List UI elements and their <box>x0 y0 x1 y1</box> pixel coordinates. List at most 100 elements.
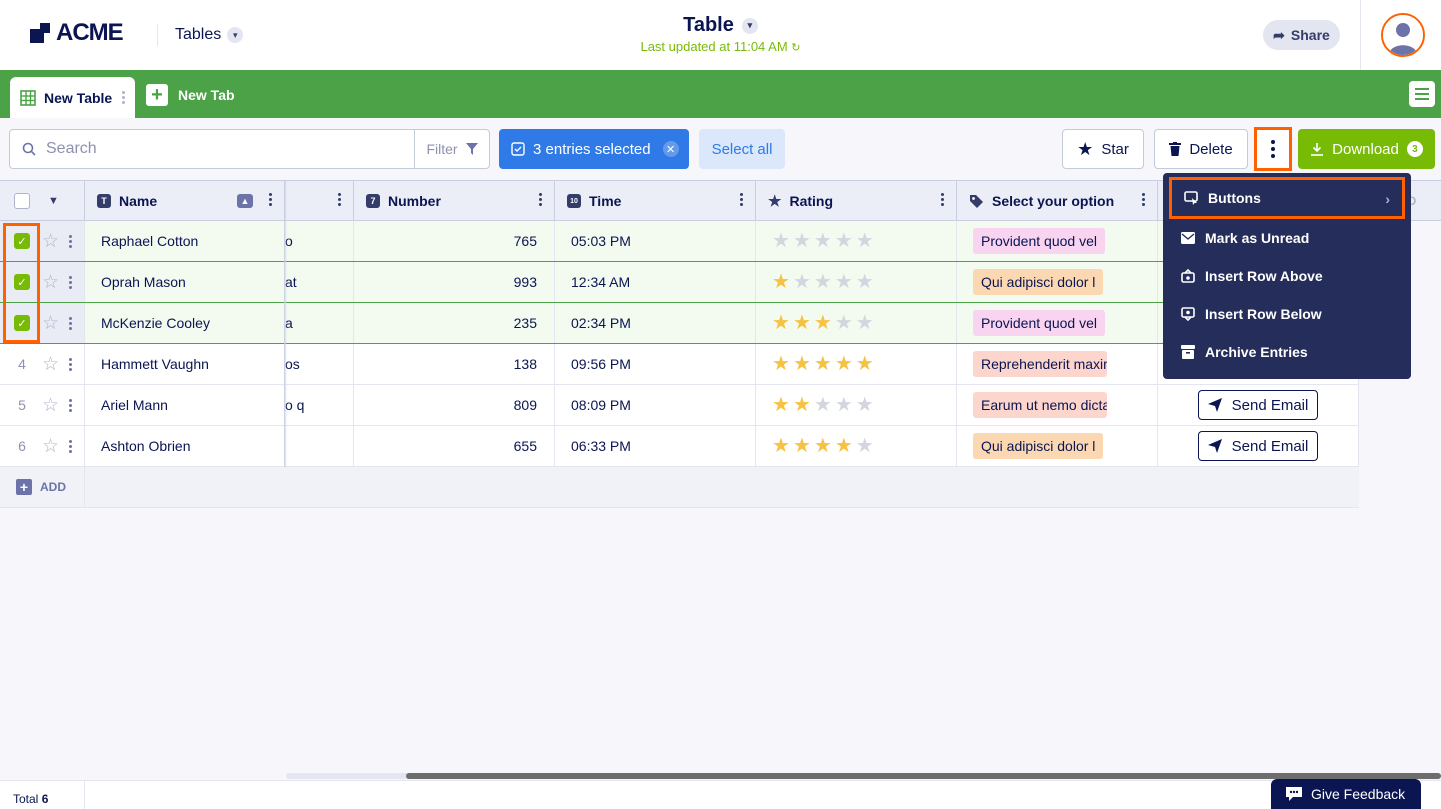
more-options-button[interactable] <box>1254 127 1292 171</box>
rating-star-icon[interactable]: ★ <box>772 231 790 251</box>
delete-button[interactable]: Delete <box>1154 129 1248 169</box>
cell-name[interactable]: Ashton Obrien <box>85 426 285 466</box>
hamburger-menu-icon[interactable] <box>1409 81 1435 107</box>
column-header-option[interactable]: Select your option <box>957 181 1158 221</box>
cell-rating[interactable]: ★ ★ ★ ★ ★ <box>756 426 957 466</box>
cell-time[interactable]: 12:34 AM <box>555 262 756 302</box>
star-button[interactable]: ★ Star <box>1062 129 1144 169</box>
rating-star-icon[interactable]: ★ <box>793 272 811 292</box>
favorite-star-icon[interactable]: ☆ <box>42 232 59 251</box>
column-header-number[interactable]: 7 Number <box>354 181 555 221</box>
column-header-rating[interactable]: ★ Rating <box>756 181 957 221</box>
rating-star-icon[interactable]: ★ <box>835 272 853 292</box>
cell-hidden[interactable]: o q <box>285 385 354 425</box>
cell-rating[interactable]: ★ ★ ★ ★ ★ <box>756 385 957 425</box>
menu-item-insert-row-above[interactable]: Insert Row Above <box>1163 257 1411 295</box>
cell-number[interactable]: 655 <box>354 426 555 466</box>
row-menu-icon[interactable] <box>69 439 73 453</box>
column-menu-icon[interactable] <box>539 193 542 206</box>
table-row[interactable]: 5 ☆ Ariel Mann o q 809 08:09 PM ★ ★ ★ ★ ★ Earum ut … <box>0 385 1359 426</box>
download-button[interactable]: Download 3 <box>1298 129 1435 169</box>
rating-star-icon[interactable]: ★ <box>793 313 811 333</box>
rating-star-icon[interactable]: ★ <box>835 354 853 374</box>
rating-star-icon[interactable]: ★ <box>835 231 853 251</box>
rating-star-icon[interactable]: ★ <box>793 395 811 415</box>
cell-name[interactable]: Raphael Cotton <box>85 221 285 261</box>
column-header-time[interactable]: 10 Time <box>555 181 756 221</box>
cell-time[interactable]: 08:09 PM <box>555 385 756 425</box>
table-row[interactable]: 4 ☆ Hammett Vaughn os 138 09:56 PM ★ ★ ★ ★ ★ Repreh… <box>0 344 1359 385</box>
column-header-hidden[interactable] <box>285 181 354 221</box>
cell-option[interactable]: Reprehenderit maxime <box>957 344 1158 384</box>
chevron-down-icon[interactable]: ▼ <box>48 195 59 207</box>
add-row-button[interactable]: + ADD <box>16 479 66 495</box>
cell-time[interactable]: 09:56 PM <box>555 344 756 384</box>
select-all-button[interactable]: Select all <box>699 129 785 169</box>
menu-item-buttons[interactable]: Buttons › <box>1169 177 1405 219</box>
cell-option[interactable]: Qui adipisci dolor l <box>957 262 1158 302</box>
favorite-star-icon[interactable]: ☆ <box>42 314 59 333</box>
favorite-star-icon[interactable]: ☆ <box>42 396 59 415</box>
send-email-button[interactable]: Send Email <box>1198 431 1318 461</box>
row-menu-icon[interactable] <box>69 316 73 330</box>
menu-item-archive-entries[interactable]: Archive Entries <box>1163 333 1411 371</box>
cell-name[interactable]: Ariel Mann <box>85 385 285 425</box>
cell-option[interactable]: Provident quod vel <box>957 221 1158 261</box>
row-menu-icon[interactable] <box>69 275 73 289</box>
filter-button[interactable]: Filter <box>414 129 490 169</box>
cell-number[interactable]: 235 <box>354 303 555 343</box>
rating-star-icon[interactable]: ★ <box>856 354 874 374</box>
table-row[interactable]: 6 ☆ Ashton Obrien 655 06:33 PM ★ ★ ★ ★ ★ Qui adipi… <box>0 426 1359 467</box>
rating-star-icon[interactable]: ★ <box>793 436 811 456</box>
cell-option[interactable]: Qui adipisci dolor l <box>957 426 1158 466</box>
column-menu-icon[interactable] <box>1142 193 1145 206</box>
avatar[interactable] <box>1381 13 1425 57</box>
rating-star-icon[interactable]: ★ <box>814 313 832 333</box>
cell-hidden[interactable]: at <box>285 262 354 302</box>
column-menu-icon[interactable] <box>338 193 341 206</box>
rating-star-icon[interactable]: ★ <box>835 313 853 333</box>
selection-count-pill[interactable]: 3 entries selected ✕ <box>499 129 689 169</box>
clear-selection-icon[interactable]: ✕ <box>662 141 679 157</box>
cell-number[interactable]: 138 <box>354 344 555 384</box>
rating-star-icon[interactable]: ★ <box>856 436 874 456</box>
table-row[interactable]: ✓ ☆ Oprah Mason at 993 12:34 AM ★ ★ ★ ★ ★ Qui adipi… <box>0 262 1359 303</box>
menu-item-mark-as-unread[interactable]: Mark as Unread <box>1163 219 1411 257</box>
rating-star-icon[interactable]: ★ <box>835 436 853 456</box>
cell-name[interactable]: Hammett Vaughn <box>85 344 285 384</box>
rating-star-icon[interactable]: ★ <box>793 354 811 374</box>
cell-rating[interactable]: ★ ★ ★ ★ ★ <box>756 344 957 384</box>
rating-star-icon[interactable]: ★ <box>772 436 790 456</box>
favorite-star-icon[interactable]: ☆ <box>42 437 59 456</box>
rating-star-icon[interactable]: ★ <box>856 313 874 333</box>
favorite-star-icon[interactable]: ☆ <box>42 273 59 292</box>
tab-new-table[interactable]: New Table <box>10 77 135 118</box>
row-menu-icon[interactable] <box>69 357 73 371</box>
row-menu-icon[interactable] <box>69 398 73 412</box>
rating-star-icon[interactable]: ★ <box>772 313 790 333</box>
cell-number[interactable]: 765 <box>354 221 555 261</box>
horizontal-scrollbar[interactable] <box>286 773 1441 779</box>
cell-hidden[interactable] <box>285 426 354 466</box>
table-row[interactable]: ✓ ☆ McKenzie Cooley a 235 02:34 PM ★ ★ ★ ★ ★ Provid… <box>0 303 1359 344</box>
cell-number[interactable]: 809 <box>354 385 555 425</box>
cell-time[interactable]: 06:33 PM <box>555 426 756 466</box>
cell-time[interactable]: 05:03 PM <box>555 221 756 261</box>
column-menu-icon[interactable] <box>269 193 272 206</box>
cell-name[interactable]: McKenzie Cooley <box>85 303 285 343</box>
rating-star-icon[interactable]: ★ <box>835 395 853 415</box>
rating-star-icon[interactable]: ★ <box>856 272 874 292</box>
cell-option[interactable]: Earum ut nemo dicta <box>957 385 1158 425</box>
cell-time[interactable]: 02:34 PM <box>555 303 756 343</box>
cell-option[interactable]: Provident quod vel <box>957 303 1158 343</box>
cell-hidden[interactable]: os <box>285 344 354 384</box>
cell-rating[interactable]: ★ ★ ★ ★ ★ <box>756 221 957 261</box>
search-input[interactable] <box>46 140 386 158</box>
cell-hidden[interactable]: a <box>285 303 354 343</box>
rating-star-icon[interactable]: ★ <box>793 231 811 251</box>
rating-star-icon[interactable]: ★ <box>814 436 832 456</box>
send-email-button[interactable]: Send Email <box>1198 390 1318 420</box>
rating-star-icon[interactable]: ★ <box>814 231 832 251</box>
give-feedback-button[interactable]: Give Feedback <box>1271 779 1421 809</box>
rating-star-icon[interactable]: ★ <box>772 395 790 415</box>
